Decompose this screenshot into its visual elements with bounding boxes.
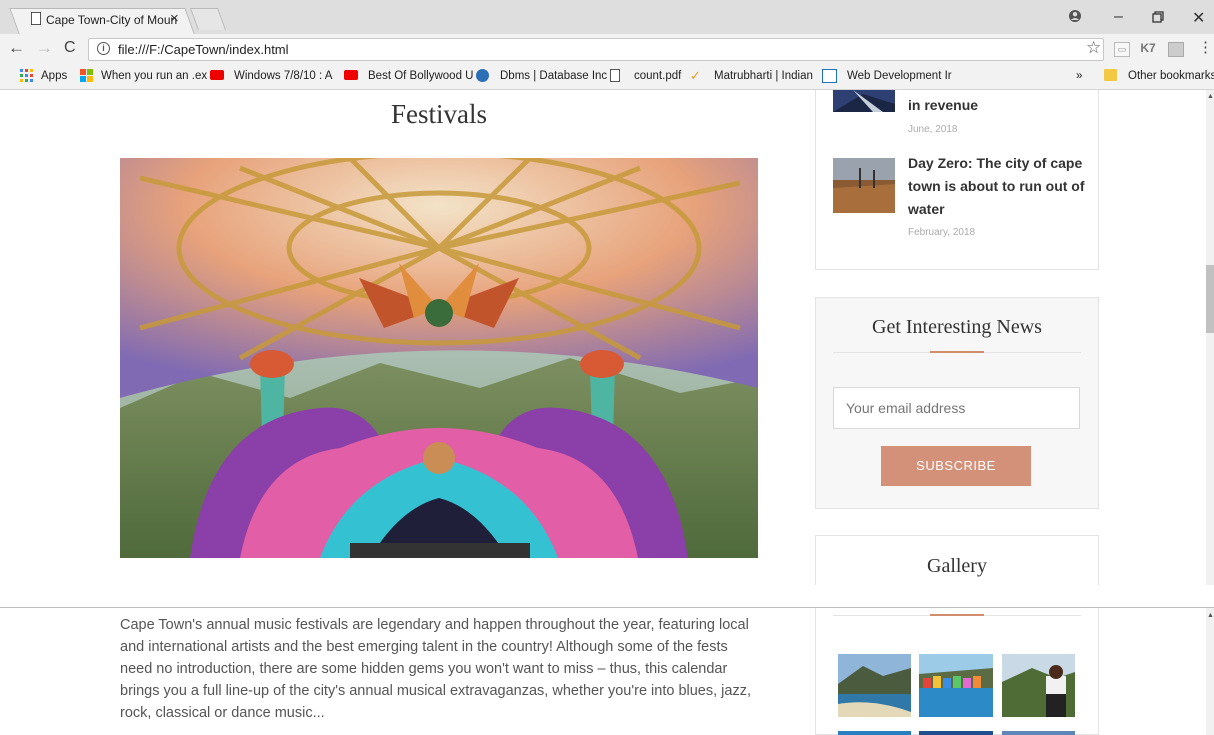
bookmark-1[interactable]: When you run an .ex: [101, 70, 207, 82]
accent-underline: [930, 351, 984, 353]
bookmark-3[interactable]: Best Of Bollywood U: [368, 70, 473, 82]
festival-stage-image: [120, 158, 758, 558]
post-title[interactable]: in revenue: [908, 97, 978, 113]
youtube-icon: [210, 70, 224, 80]
gallery-title: Gallery: [927, 555, 987, 577]
back-icon[interactable]: ←: [8, 38, 25, 58]
checkmark-icon: ✓: [690, 68, 701, 83]
dbms-site-icon: [476, 69, 489, 82]
youtube-icon: [344, 70, 358, 80]
profile-icon[interactable]: [1068, 9, 1082, 28]
restore-icon[interactable]: [1152, 10, 1164, 28]
folder-icon: [1104, 69, 1117, 81]
bookmark-5[interactable]: count.pdf: [634, 70, 681, 82]
post-thumbnail[interactable]: [833, 90, 895, 112]
scrollbar-thumb[interactable]: [1206, 265, 1214, 333]
extension-icon-2[interactable]: [1168, 42, 1184, 57]
scrollbar[interactable]: [1206, 90, 1214, 585]
bookmark-7[interactable]: Web Development Ir: [847, 70, 952, 82]
post-thumbnail[interactable]: [833, 158, 895, 213]
tab-close-icon[interactable]: ×: [170, 10, 179, 27]
gallery-thumb-waiter[interactable]: [1002, 654, 1075, 717]
newsletter-title: Get Interesting News: [872, 316, 1042, 338]
post-title-line: Day Zero: The city of cape: [908, 155, 1083, 171]
bookmark-star-icon[interactable]: ☆: [1086, 38, 1101, 58]
post-title[interactable]: Day Zero: The city of cape town is about…: [908, 152, 1088, 221]
gallery-thumb-beach-huts[interactable]: [919, 654, 993, 717]
apps-grid-icon[interactable]: [20, 69, 33, 82]
other-bookmarks[interactable]: Other bookmarks: [1128, 70, 1214, 82]
page-icon: [31, 12, 41, 25]
post-title-line: water: [908, 201, 945, 217]
k7-extension-icon[interactable]: K7: [1140, 42, 1156, 57]
bookmark-apps[interactable]: Apps: [41, 70, 67, 82]
scroll-up-icon[interactable]: ▲: [1207, 93, 1214, 100]
post-title-line: town is about to run out of: [908, 178, 1085, 194]
gap: [0, 585, 1214, 607]
forward-icon[interactable]: →: [36, 38, 53, 58]
close-window-icon[interactable]: ✕: [1192, 8, 1205, 28]
minimize-icon[interactable]: –: [1114, 8, 1123, 26]
reload-icon[interactable]: C: [64, 39, 76, 57]
gallery-thumb[interactable]: [838, 731, 911, 735]
scroll-up-icon[interactable]: ▲: [1207, 612, 1214, 619]
accent-underline: [930, 614, 984, 616]
web-dev-icon: [822, 69, 837, 83]
post-date: June, 2018: [908, 124, 958, 135]
post-date: February, 2018: [908, 227, 976, 238]
extension-icon[interactable]: ▭: [1114, 42, 1130, 57]
bookmark-6[interactable]: Matrubharti | Indian: [714, 70, 813, 82]
subscribe-button[interactable]: SUBSCRIBE: [881, 446, 1031, 486]
festival-description: Cape Town's annual music festivals are l…: [120, 617, 751, 721]
email-input[interactable]: [833, 387, 1080, 429]
bookmarks-overflow[interactable]: »: [1076, 70, 1082, 82]
url-text: file:///F:/CapeTown/index.html: [118, 42, 289, 57]
document-icon: [610, 69, 620, 82]
windows-logo-icon: [80, 69, 93, 82]
gallery-thumb[interactable]: [1002, 731, 1075, 735]
menu-icon[interactable]: ⋮: [1198, 38, 1213, 56]
gallery-thumb[interactable]: [919, 731, 993, 735]
gallery-thumb-coast[interactable]: [838, 654, 911, 717]
section-heading: Festivals: [390, 99, 487, 129]
bookmark-4[interactable]: Dbms | Database Inc: [500, 70, 607, 82]
bookmark-2[interactable]: Windows 7/8/10 : A: [234, 70, 332, 82]
info-icon[interactable]: i: [97, 42, 110, 55]
scrollbar[interactable]: [1206, 608, 1214, 735]
